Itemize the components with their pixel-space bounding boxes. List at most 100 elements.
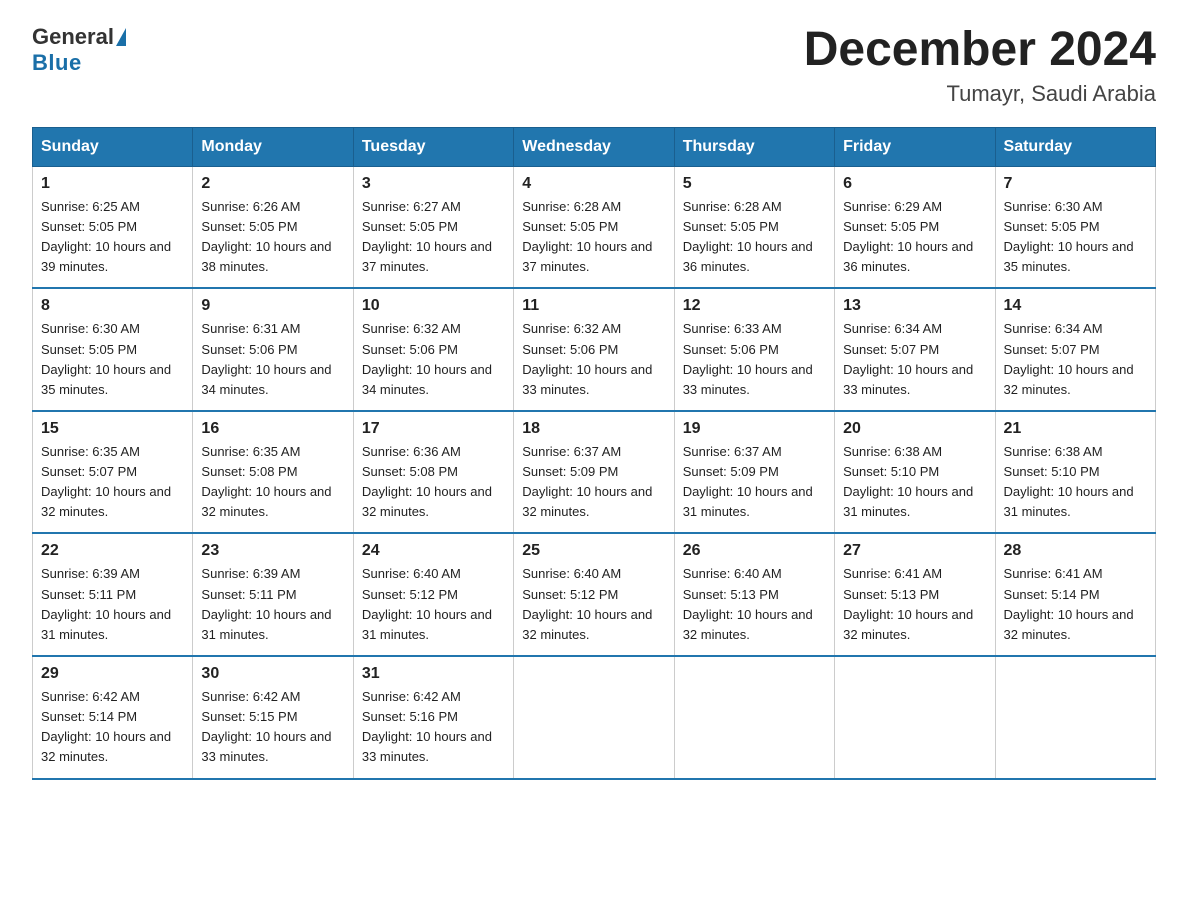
location-text: Tumayr, Saudi Arabia [804, 81, 1156, 107]
day-header-wednesday: Wednesday [514, 127, 674, 166]
month-title: December 2024 [804, 24, 1156, 77]
day-info: Sunrise: 6:31 AMSunset: 5:06 PMDaylight:… [201, 319, 344, 400]
calendar-cell: 9 Sunrise: 6:31 AMSunset: 5:06 PMDaylight… [193, 288, 353, 411]
day-info: Sunrise: 6:25 AMSunset: 5:05 PMDaylight:… [41, 197, 184, 278]
day-number: 8 [41, 297, 184, 315]
calendar-cell: 18 Sunrise: 6:37 AMSunset: 5:09 PMDayligh… [514, 411, 674, 534]
day-header-monday: Monday [193, 127, 353, 166]
day-number: 6 [843, 175, 986, 193]
day-number: 4 [522, 175, 665, 193]
day-number: 18 [522, 420, 665, 438]
calendar-cell: 15Sunrise: 6:35 AMSunset: 5:07 PMDayligh… [33, 411, 193, 534]
day-info: Sunrise: 6:33 AMSunset: 5:06 PMDaylight:… [683, 319, 826, 400]
calendar-table: SundayMondayTuesdayWednesdayThursdayFrid… [32, 127, 1156, 780]
day-header-sunday: Sunday [33, 127, 193, 166]
calendar-cell: 1 Sunrise: 6:25 AMSunset: 5:05 PMDaylight… [33, 166, 193, 288]
calendar-cell: 20Sunrise: 6:38 AMSunset: 5:10 PMDayligh… [835, 411, 995, 534]
logo-general-text: General [32, 24, 114, 50]
day-info: Sunrise: 6:38 AMSunset: 5:10 PMDaylight:… [1004, 442, 1147, 523]
calendar-cell: 13 Sunrise: 6:34 AMSunset: 5:07 PMDayligh… [835, 288, 995, 411]
calendar-cell: 7Sunrise: 6:30 AMSunset: 5:05 PMDaylight… [995, 166, 1155, 288]
calendar-cell [674, 656, 834, 779]
day-info: Sunrise: 6:37 AMSunset: 5:09 PMDaylight:… [522, 442, 665, 523]
calendar-cell [835, 656, 995, 779]
header-right: December 2024 Tumayr, Saudi Arabia [804, 24, 1156, 107]
calendar-cell: 6 Sunrise: 6:29 AMSunset: 5:05 PMDaylight… [835, 166, 995, 288]
calendar-cell: 31 Sunrise: 6:42 AMSunset: 5:16 PMDayligh… [353, 656, 513, 779]
day-info: Sunrise: 6:28 AMSunset: 5:05 PMDaylight:… [522, 197, 665, 278]
day-header-tuesday: Tuesday [353, 127, 513, 166]
day-number: 12 [683, 297, 826, 315]
calendar-cell: 26Sunrise: 6:40 AMSunset: 5:13 PMDayligh… [674, 533, 834, 656]
day-number: 3 [362, 175, 505, 193]
day-info: Sunrise: 6:41 AMSunset: 5:14 PMDaylight:… [1004, 564, 1147, 645]
day-number: 14 [1004, 297, 1147, 315]
calendar-cell: 10Sunrise: 6:32 AMSunset: 5:06 PMDayligh… [353, 288, 513, 411]
day-info: Sunrise: 6:40 AMSunset: 5:13 PMDaylight:… [683, 564, 826, 645]
day-info: Sunrise: 6:30 AMSunset: 5:05 PMDaylight:… [1004, 197, 1147, 278]
day-info: Sunrise: 6:35 AMSunset: 5:08 PMDaylight:… [201, 442, 344, 523]
day-number: 30 [201, 665, 344, 683]
calendar-header-row: SundayMondayTuesdayWednesdayThursdayFrid… [33, 127, 1156, 166]
day-number: 2 [201, 175, 344, 193]
day-number: 11 [522, 297, 665, 315]
day-info: Sunrise: 6:39 AMSunset: 5:11 PMDaylight:… [201, 564, 344, 645]
day-info: Sunrise: 6:28 AMSunset: 5:05 PMDaylight:… [683, 197, 826, 278]
day-number: 17 [362, 420, 505, 438]
calendar-cell: 25 Sunrise: 6:40 AMSunset: 5:12 PMDayligh… [514, 533, 674, 656]
day-info: Sunrise: 6:37 AMSunset: 5:09 PMDaylight:… [683, 442, 826, 523]
day-number: 23 [201, 542, 344, 560]
day-number: 16 [201, 420, 344, 438]
calendar-cell: 5 Sunrise: 6:28 AMSunset: 5:05 PMDaylight… [674, 166, 834, 288]
day-info: Sunrise: 6:34 AMSunset: 5:07 PMDaylight:… [843, 319, 986, 400]
calendar-cell: 14Sunrise: 6:34 AMSunset: 5:07 PMDayligh… [995, 288, 1155, 411]
calendar-cell: 30 Sunrise: 6:42 AMSunset: 5:15 PMDayligh… [193, 656, 353, 779]
calendar-cell: 2Sunrise: 6:26 AMSunset: 5:05 PMDaylight… [193, 166, 353, 288]
calendar-cell: 23 Sunrise: 6:39 AMSunset: 5:11 PMDayligh… [193, 533, 353, 656]
calendar-cell: 29 Sunrise: 6:42 AMSunset: 5:14 PMDayligh… [33, 656, 193, 779]
day-number: 19 [683, 420, 826, 438]
day-number: 13 [843, 297, 986, 315]
day-number: 5 [683, 175, 826, 193]
day-info: Sunrise: 6:29 AMSunset: 5:05 PMDaylight:… [843, 197, 986, 278]
calendar-cell: 12 Sunrise: 6:33 AMSunset: 5:06 PMDayligh… [674, 288, 834, 411]
day-info: Sunrise: 6:39 AMSunset: 5:11 PMDaylight:… [41, 564, 184, 645]
day-number: 9 [201, 297, 344, 315]
day-number: 10 [362, 297, 505, 315]
day-info: Sunrise: 6:27 AMSunset: 5:05 PMDaylight:… [362, 197, 505, 278]
day-header-thursday: Thursday [674, 127, 834, 166]
day-info: Sunrise: 6:42 AMSunset: 5:15 PMDaylight:… [201, 687, 344, 768]
day-info: Sunrise: 6:36 AMSunset: 5:08 PMDaylight:… [362, 442, 505, 523]
day-info: Sunrise: 6:41 AMSunset: 5:13 PMDaylight:… [843, 564, 986, 645]
day-info: Sunrise: 6:38 AMSunset: 5:10 PMDaylight:… [843, 442, 986, 523]
calendar-cell: 28 Sunrise: 6:41 AMSunset: 5:14 PMDayligh… [995, 533, 1155, 656]
day-number: 21 [1004, 420, 1147, 438]
day-info: Sunrise: 6:42 AMSunset: 5:14 PMDaylight:… [41, 687, 184, 768]
calendar-cell: 4 Sunrise: 6:28 AMSunset: 5:05 PMDaylight… [514, 166, 674, 288]
day-number: 31 [362, 665, 505, 683]
page-header: General Blue December 2024 Tumayr, Saudi… [32, 24, 1156, 107]
day-number: 15 [41, 420, 184, 438]
calendar-cell: 17 Sunrise: 6:36 AMSunset: 5:08 PMDayligh… [353, 411, 513, 534]
calendar-cell: 8Sunrise: 6:30 AMSunset: 5:05 PMDaylight… [33, 288, 193, 411]
calendar-cell: 11 Sunrise: 6:32 AMSunset: 5:06 PMDayligh… [514, 288, 674, 411]
day-header-saturday: Saturday [995, 127, 1155, 166]
day-number: 1 [41, 175, 184, 193]
day-info: Sunrise: 6:42 AMSunset: 5:16 PMDaylight:… [362, 687, 505, 768]
day-number: 25 [522, 542, 665, 560]
logo: General Blue [32, 24, 128, 76]
day-number: 22 [41, 542, 184, 560]
calendar-cell: 19 Sunrise: 6:37 AMSunset: 5:09 PMDayligh… [674, 411, 834, 534]
day-info: Sunrise: 6:32 AMSunset: 5:06 PMDaylight:… [522, 319, 665, 400]
calendar-week-row: 15Sunrise: 6:35 AMSunset: 5:07 PMDayligh… [33, 411, 1156, 534]
day-info: Sunrise: 6:40 AMSunset: 5:12 PMDaylight:… [362, 564, 505, 645]
day-number: 24 [362, 542, 505, 560]
calendar-cell [995, 656, 1155, 779]
day-header-friday: Friday [835, 127, 995, 166]
day-number: 28 [1004, 542, 1147, 560]
calendar-cell: 16 Sunrise: 6:35 AMSunset: 5:08 PMDayligh… [193, 411, 353, 534]
calendar-cell: 24 Sunrise: 6:40 AMSunset: 5:12 PMDayligh… [353, 533, 513, 656]
day-info: Sunrise: 6:40 AMSunset: 5:12 PMDaylight:… [522, 564, 665, 645]
calendar-cell: 27Sunrise: 6:41 AMSunset: 5:13 PMDayligh… [835, 533, 995, 656]
day-number: 29 [41, 665, 184, 683]
